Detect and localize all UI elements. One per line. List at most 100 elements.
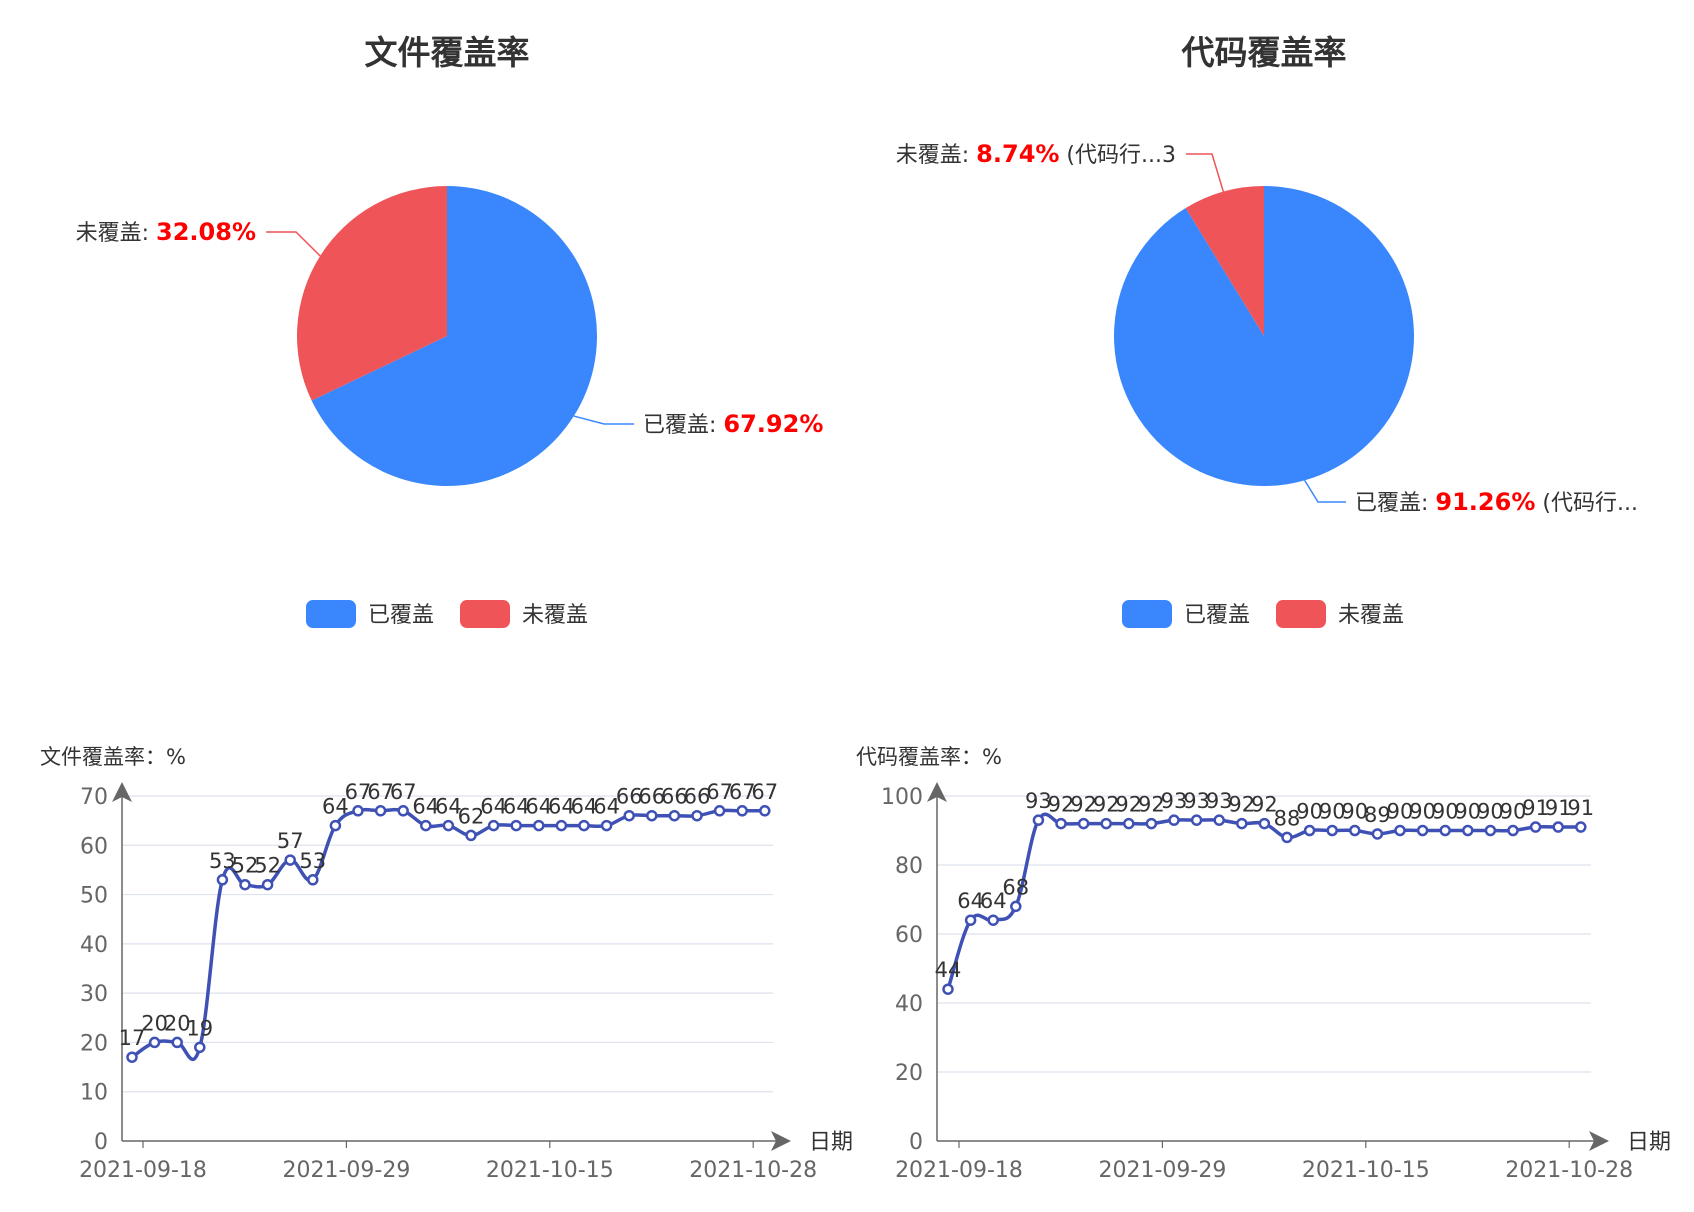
leader-line [1304,479,1346,503]
slice-label-suffix: (代码行...3 [1059,143,1176,168]
slice-label: 已覆盖: 67.92% [643,410,823,438]
y-tick-label: 100 [881,785,923,810]
slice-label-name: 未覆盖: [76,221,156,246]
y-axis-title: 代码覆盖率：% [856,745,1002,769]
x-tick-label: 2021-10-15 [486,1158,614,1183]
line-chart-1: 文件覆盖率：% 0 10 20 30 40 50 60 70 日期 2021-09-18 2021-0… [40,745,853,1183]
data-point [1371,828,1384,840]
data-point [942,983,954,995]
slice-label-suffix: (代码行... [1535,491,1638,516]
y-tick-label: 10 [80,1081,108,1106]
data-point [261,878,274,891]
legend-label: 已覆盖 [1184,603,1250,628]
x-axis-title: 日期 [809,1130,853,1155]
y-axis-title: 文件覆盖率：% [40,745,186,769]
data-point [1236,817,1248,830]
y-tick-label: 70 [80,785,108,810]
x-tick-label: 2021-09-29 [1098,1158,1226,1183]
legend-swatch [1122,600,1172,628]
coverage-dashboard: 文件覆盖率 已覆盖: 67.92% 未覆盖: 32.08% 已覆盖 未覆盖 代码覆盖率 已覆… [0,0,1694,1208]
slice-label: 已覆盖: 91.26% (代码行... [1355,488,1638,516]
data-point [1145,817,1158,830]
data-point [600,819,613,832]
slice-label-value: 32.08% [156,218,256,246]
data-point [1258,817,1271,830]
data-point [1077,817,1090,830]
data-point [987,914,999,926]
data-point [691,809,703,822]
data-point [284,854,296,866]
legend-label: 未覆盖 [522,603,588,628]
legend-label: 已覆盖 [368,603,434,628]
slice-label-value: 91.26% [1435,488,1535,516]
data-point [171,1036,183,1049]
y-tick-label: 80 [895,854,923,879]
slice-label-name: 已覆盖: [643,413,723,438]
x-tick-label: 2021-09-18 [895,1158,1023,1183]
data-point [148,1036,161,1049]
data-point [736,805,748,817]
coverage-charts: 文件覆盖率已覆盖: 67.92%未覆盖: 32.08%已覆盖 未覆盖代码覆盖率已覆… [40,33,1671,1183]
data-point [533,819,545,832]
series-line [946,812,1581,990]
data-point [465,829,477,842]
data-label: 44 [935,958,962,982]
data-label: 67 [751,780,778,804]
x-tick-label: 2021-09-29 [282,1158,410,1183]
chart-title: 代码覆盖率 [1181,33,1347,72]
data-point [397,805,409,817]
y-tick-label: 60 [895,923,923,948]
y-tick-label: 30 [80,982,108,1007]
y-tick-label: 20 [895,1061,923,1086]
series-line [130,807,765,1062]
y-tick-label: 20 [80,1031,108,1056]
slice-label-value: 67.92% [723,410,823,438]
data-point [578,819,590,832]
slice-label: 未覆盖: 32.08% [76,218,256,246]
legend-swatch [306,600,356,628]
data-label: 91 [1567,796,1594,820]
data-point [1552,821,1564,833]
data-point [1123,817,1135,830]
data-point [1213,814,1225,826]
data-point [307,874,319,886]
legend-swatch [460,600,510,628]
data-point [1010,900,1022,913]
y-tick-label: 40 [895,992,923,1017]
data-point [1349,824,1361,837]
data-point [1100,817,1112,830]
legend-label: 未覆盖 [1338,603,1404,628]
data-point [216,874,229,886]
x-tick-label: 2021-09-18 [79,1158,207,1183]
leader-line [573,415,634,425]
data-point [239,878,251,891]
data-point [420,819,432,832]
slice-label-name: 已覆盖: [1355,491,1435,516]
data-point [374,805,387,817]
y-tick-label: 0 [909,1130,923,1155]
data-point [1168,814,1180,826]
data-point [713,805,726,817]
data-point [759,805,771,817]
data-point [1462,824,1474,837]
data-label: 53 [299,849,326,873]
data-label: 68 [1002,875,1029,899]
data-point [126,1051,138,1063]
x-tick-label: 2021-10-28 [1505,1158,1633,1183]
slice-label-value: 8.74% [976,140,1059,168]
data-point [510,819,522,832]
y-tick-label: 50 [80,884,108,909]
data-point [1416,824,1429,837]
data-point [352,805,364,817]
data-point [1326,824,1338,837]
y-tick-label: 60 [80,834,108,859]
slice-label-name: 未覆盖: [896,143,976,168]
data-label: 52 [254,854,281,878]
data-point [1303,824,1316,837]
data-point [1484,824,1497,837]
data-point [646,809,658,822]
data-point [1394,824,1406,837]
x-tick-label: 2021-10-28 [689,1158,817,1183]
x-axis-title: 日期 [1627,1130,1671,1155]
data-label: 19 [186,1016,213,1040]
